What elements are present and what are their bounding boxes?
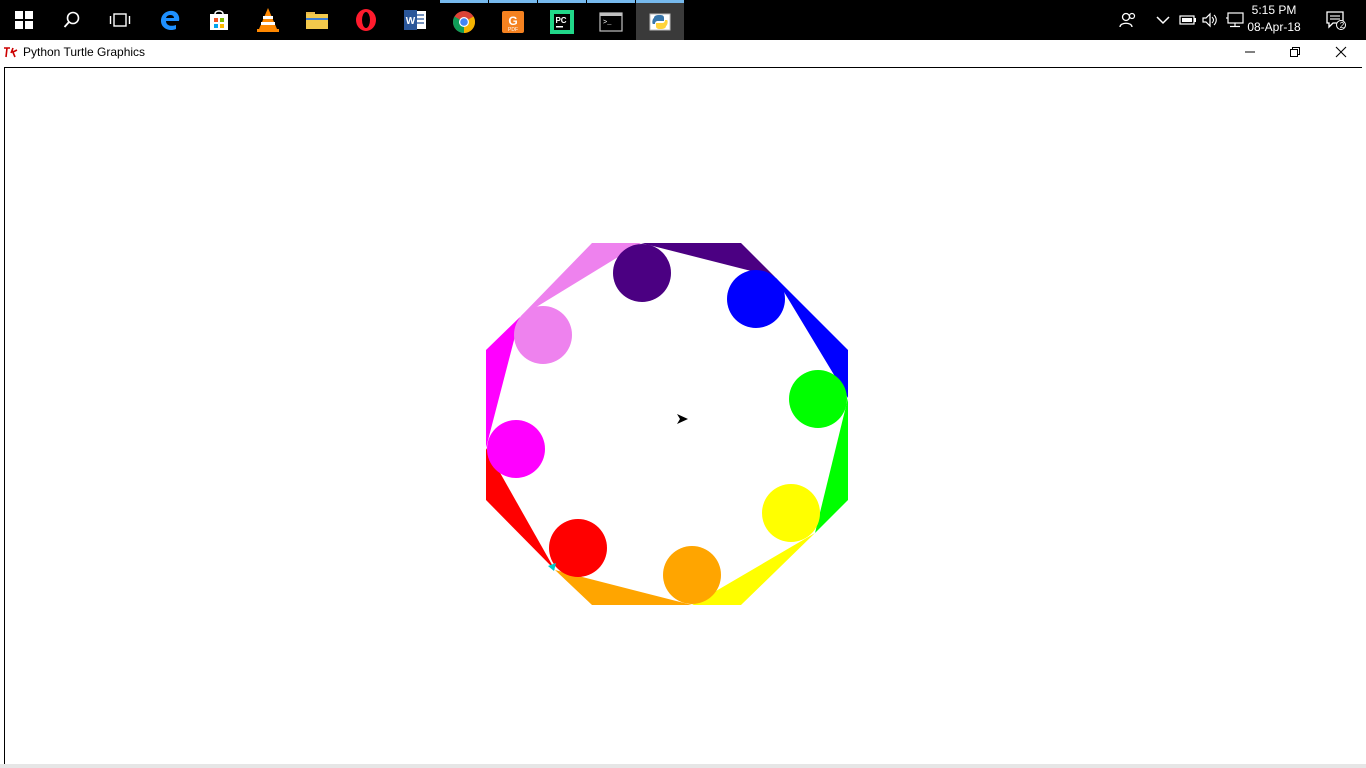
chrome-icon bbox=[453, 10, 475, 33]
chevron-up-icon bbox=[1156, 16, 1170, 25]
opera-icon bbox=[356, 9, 376, 31]
dot-4 bbox=[663, 546, 721, 604]
python-icon bbox=[649, 13, 671, 30]
clock-time: 5:15 PM bbox=[1251, 3, 1297, 17]
close-button[interactable] bbox=[1318, 40, 1364, 64]
turtle-window: Python Turtle Graphics bbox=[0, 40, 1366, 768]
opera-app[interactable] bbox=[342, 0, 390, 40]
task-view-button[interactable] bbox=[96, 0, 144, 40]
start-button[interactable] bbox=[0, 0, 48, 40]
pycharm-app[interactable]: PC bbox=[538, 0, 586, 40]
notification-count: 2 bbox=[1339, 21, 1345, 30]
svg-text:PDF: PDF bbox=[508, 27, 518, 33]
windows-logo-icon bbox=[15, 11, 33, 29]
vlc-app[interactable] bbox=[244, 0, 292, 40]
dot-1 bbox=[727, 270, 785, 328]
turtle-drawing bbox=[486, 243, 848, 605]
search-button[interactable] bbox=[48, 0, 96, 40]
battery-button[interactable] bbox=[1177, 8, 1199, 32]
word-app[interactable]: W bbox=[391, 0, 439, 40]
svg-text:G: G bbox=[508, 14, 517, 28]
restore-button[interactable] bbox=[1272, 40, 1318, 64]
window-title: Python Turtle Graphics bbox=[23, 45, 146, 59]
file-explorer-app[interactable] bbox=[293, 0, 341, 40]
vlc-icon bbox=[257, 8, 279, 32]
battery-icon bbox=[1179, 15, 1196, 25]
dot-2 bbox=[789, 370, 847, 428]
svg-text:W: W bbox=[406, 16, 416, 27]
window-bottom-border bbox=[0, 764, 1366, 768]
pycharm-icon: PC bbox=[550, 9, 574, 34]
people-icon bbox=[1119, 12, 1136, 28]
dot-7 bbox=[514, 306, 572, 364]
turtle-arrow bbox=[677, 414, 688, 424]
search-icon bbox=[63, 11, 80, 28]
turtle-canvas-area[interactable] bbox=[4, 67, 1362, 765]
dot-6 bbox=[487, 420, 545, 478]
tray-overflow-button[interactable] bbox=[1152, 8, 1174, 32]
title-bar[interactable]: Python Turtle Graphics bbox=[0, 40, 1366, 66]
pdf-editor-app[interactable]: G PDF bbox=[489, 0, 537, 40]
volume-icon bbox=[1202, 12, 1217, 28]
dot-3 bbox=[762, 484, 820, 542]
edge-icon bbox=[161, 10, 180, 31]
volume-button[interactable] bbox=[1199, 8, 1221, 32]
python-app[interactable] bbox=[636, 0, 684, 40]
terminal-icon: >_ bbox=[599, 11, 623, 32]
dot-5 bbox=[549, 519, 607, 577]
dot-0 bbox=[613, 244, 671, 302]
store-app[interactable] bbox=[195, 0, 243, 40]
folder-icon bbox=[306, 12, 328, 29]
tk-logo-icon bbox=[4, 47, 18, 58]
clock-date: 08-Apr-18 bbox=[1247, 20, 1301, 34]
minimize-button[interactable] bbox=[1227, 40, 1273, 64]
svg-text:PC: PC bbox=[555, 16, 566, 25]
edge-app[interactable] bbox=[146, 0, 194, 40]
mouse-cursor-mark bbox=[548, 563, 556, 571]
pdf-icon: GPDF bbox=[502, 10, 524, 33]
restore-icon bbox=[1290, 47, 1300, 57]
store-icon bbox=[210, 10, 228, 30]
chrome-app[interactable] bbox=[440, 0, 488, 40]
word-icon: W bbox=[404, 10, 426, 30]
clock[interactable]: 5:15 PM 08-Apr-18 bbox=[1240, 2, 1308, 36]
task-view-icon bbox=[109, 13, 131, 27]
svg-text:>_: >_ bbox=[603, 19, 612, 27]
people-button[interactable] bbox=[1117, 8, 1139, 32]
minimize-icon bbox=[1245, 51, 1255, 53]
terminal-app[interactable]: >_ bbox=[587, 0, 635, 40]
close-icon bbox=[1335, 46, 1347, 58]
action-center-button[interactable]: 2 bbox=[1323, 8, 1349, 32]
taskbar: W G PDF PC >_ 5:15 PM 08-Apr-18 2 bbox=[0, 0, 1366, 40]
